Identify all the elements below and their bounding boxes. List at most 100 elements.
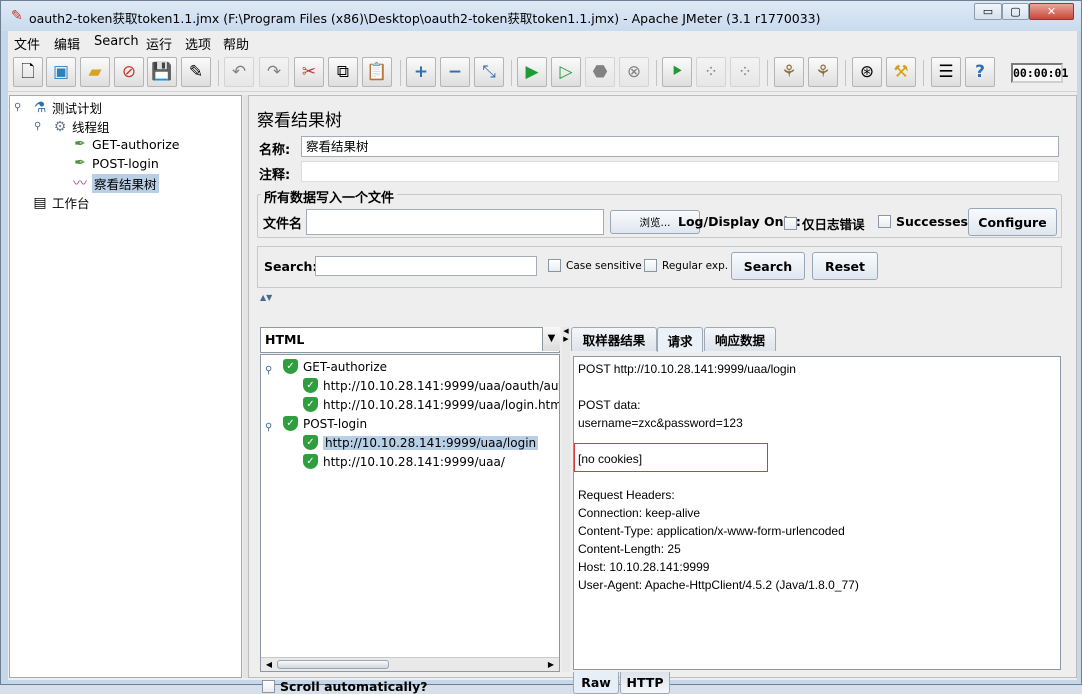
result-tree-panel: 察看结果树 名称: 察看结果树 注释: 所有数据写入一个文件 文件名 浏览...… [248,95,1077,694]
client-area: 文件 编辑 Search 运行 选项 帮助 🗋 ▣ ▰ ⊘ 💾 ✎ ↶ ↷ ✂ … [8,31,1077,694]
tree-toggle-icon[interactable]: ⚲ [34,121,41,132]
clipboard-icon: 📋 [366,61,388,82]
result-item[interactable]: ✓ http://10.10.28.141:9999/uaa/login.htm… [303,397,559,412]
search-submit-button[interactable]: Search [731,252,805,280]
search-button[interactable]: ⊛ [852,57,882,87]
expand-button[interactable]: + [406,57,436,87]
clear-button[interactable]: ⚘ [774,57,804,87]
broom-all-icon: ⚘ [815,61,831,82]
tab-raw[interactable]: Raw [573,672,619,694]
close-file-icon: ⊘ [121,61,137,82]
tab-response-data[interactable]: 响应数据 [704,327,776,351]
clear-all-button[interactable]: ⚘ [808,57,838,87]
menu-options[interactable]: 选项 [185,34,211,53]
tree-node-get-authorize[interactable]: ✒ GET-authorize [72,136,179,152]
result-item[interactable]: ✓ http://10.10.28.141:9999/uaa/oauth/aut… [303,378,559,393]
result-item-selected[interactable]: ✓ http://10.10.28.141:9999/uaa/login [303,435,539,450]
remote-start-icon: ⯈ [670,61,684,82]
undo-button[interactable]: ↶ [224,57,254,87]
regex-checkbox[interactable]: Regular exp. [644,259,728,272]
tab-sampler-result[interactable]: 取样器结果 [571,327,657,351]
tree-toggle-icon[interactable]: ⚲ [265,365,272,376]
start-no-pauses-button[interactable]: ▷ [551,57,581,87]
split-arrows-icon[interactable]: ▲▼ [260,293,272,302]
function-helper-button[interactable]: ☰ [931,57,961,87]
result-group-post-login[interactable]: ✓ POST-login [283,416,367,431]
start-button[interactable]: ▶ [517,57,547,87]
menu-help[interactable]: 帮助 [223,34,249,53]
maximize-button[interactable]: ▢ [1002,3,1029,20]
close-button[interactable]: ✕ [1029,3,1074,20]
tree-node-workbench[interactable]: ▤ 工作台 [32,193,89,212]
tree-toggle-icon[interactable]: ⚲ [265,422,272,433]
close-file-button[interactable]: ⊘ [114,57,144,87]
shutdown-button[interactable]: ⊗ [619,57,649,87]
result-tabs: 取样器结果 请求 响应数据 [571,327,1065,352]
scroll-left-icon[interactable]: ◀ [262,658,276,671]
copy-button[interactable]: ⧉ [328,57,358,87]
reset-search-button[interactable]: ⚒ [886,57,916,87]
name-field[interactable]: 察看结果树 [301,136,1059,157]
successes-checkbox[interactable]: Successes [878,214,968,229]
tree-node-post-login[interactable]: ✒ POST-login [72,155,159,171]
help-button[interactable]: ? [965,57,995,87]
checkbox-label: Successes [896,214,968,229]
case-sensitive-checkbox[interactable]: Case sensitive [548,259,642,272]
scroll-automatically-checkbox[interactable]: Scroll automatically? [262,679,428,694]
remote-stop-button[interactable]: ⁘ [696,57,726,87]
menu-run[interactable]: 运行 [146,34,172,53]
paste-button[interactable]: 📋 [362,57,392,87]
success-shield-icon: ✓ [303,378,318,393]
pipette-icon: ✒ [74,155,86,171]
collapse-button[interactable]: − [440,57,470,87]
remote-start-button[interactable]: ⯈ [662,57,692,87]
search-input[interactable] [315,256,537,276]
toggle-button[interactable]: ⤡ [474,57,504,87]
search-label: Search: [264,259,318,274]
stop-icon: ⬣ [592,61,608,82]
jmeter-feather-icon: ✎ [11,8,23,24]
menu-file[interactable]: 文件 [14,34,40,53]
remote-stop-icon: ⁘ [703,61,719,82]
scroll-right-icon[interactable]: ▶ [544,658,558,671]
chevron-down-icon[interactable]: ▼ [542,327,560,351]
remote-shutdown-button[interactable]: ⁘ [730,57,760,87]
redo-button[interactable]: ↷ [259,57,289,87]
tab-http[interactable]: HTTP [620,672,670,694]
tab-request[interactable]: 请求 [657,327,703,352]
request-text: POST http://10.10.28.141:9999/uaa/login … [578,362,859,592]
reset-button[interactable]: Reset [812,252,878,280]
renderer-select[interactable]: HTML [260,327,560,353]
checkbox-label: Regular exp. [662,259,729,272]
menu-edit[interactable]: 编辑 [54,34,80,53]
tree-node-test-plan[interactable]: ⚗ 测试计划 [32,98,102,117]
errors-only-checkbox[interactable]: 仅日志错误 [784,214,865,233]
tree-node-result-tree[interactable]: 〰 察看结果树 [72,174,159,193]
title-bar: ✎ oauth2-token获取token1.1.jmx (F:\Program… [1,1,1081,31]
comment-field[interactable] [301,161,1059,182]
configure-button[interactable]: Configure [968,208,1057,236]
tree-toggle-icon[interactable]: ⚲ [14,102,21,113]
results-splitter[interactable]: ◀ ▶ [562,327,570,672]
pipette-icon: ✒ [74,136,86,152]
filename-input[interactable] [306,209,604,235]
checkbox-label: Case sensitive [566,259,642,272]
toolbar: 🗋 ▣ ▰ ⊘ 💾 ✎ ↶ ↷ ✂ ⧉ 📋 + − ⤡ ▶ ▷ ⬣ ⊗ ⯈ ⁘ … [8,54,1077,92]
scroll-thumb[interactable] [277,660,389,669]
success-shield-icon: ✓ [303,435,318,450]
save-button[interactable]: 💾 [147,57,177,87]
templates-button[interactable]: ▣ [46,57,76,87]
menu-search[interactable]: Search [94,34,139,49]
result-item[interactable]: ✓ http://10.10.28.141:9999/uaa/ [303,454,505,469]
open-button[interactable]: ▰ [80,57,110,87]
minimize-button[interactable]: ▭ [974,3,1002,20]
tree-node-thread-group[interactable]: ⚙ 线程组 [52,117,110,136]
result-group-get-authorize[interactable]: ✓ GET-authorize [283,359,387,374]
stop-button[interactable]: ⬣ [585,57,615,87]
save-as-button[interactable]: ✎ [181,57,211,87]
horizontal-scrollbar[interactable]: ◀ ▶ [261,657,559,671]
request-content[interactable]: POST http://10.10.28.141:9999/uaa/login … [573,356,1061,670]
success-shield-icon: ✓ [283,416,298,431]
cut-button[interactable]: ✂ [294,57,324,87]
new-button[interactable]: 🗋 [13,57,43,87]
